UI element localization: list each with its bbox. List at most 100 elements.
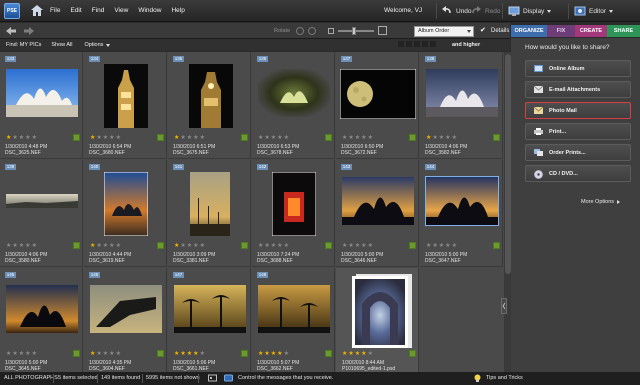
show-all-button[interactable]: Show All <box>51 42 72 48</box>
star-icon[interactable]: ★ <box>258 243 263 249</box>
star-icon[interactable]: ★ <box>432 243 437 249</box>
star-icon[interactable]: ★ <box>187 135 192 141</box>
star-icon[interactable]: ★ <box>264 351 269 357</box>
star-rating-filter[interactable] <box>398 41 448 49</box>
photo-thumbnail[interactable] <box>258 285 330 333</box>
star-icon[interactable]: ★ <box>271 243 276 249</box>
home-icon[interactable] <box>30 4 44 18</box>
rotate-right-icon[interactable] <box>308 27 316 35</box>
star-icon[interactable]: ★ <box>368 351 373 357</box>
star-icon[interactable]: ★ <box>180 135 185 141</box>
star-icon[interactable]: ★ <box>264 135 269 141</box>
tab-organize[interactable]: ORGANIZE <box>511 25 547 37</box>
zoom-slider-track[interactable] <box>338 30 374 32</box>
star-icon[interactable]: ★ <box>116 243 121 249</box>
star-rating[interactable]: ★ ★ ★ ★ ★ <box>342 243 373 249</box>
star-icon[interactable]: ★ <box>193 351 198 357</box>
tips-and-tricks-link[interactable]: Tips and Tricks <box>486 375 523 381</box>
star-rating[interactable]: ★ ★ ★ ★ ★ <box>90 351 121 357</box>
photo-card[interactable]: 144 ★ ★ ★ ★ ★ 1/30/2010 5:00 PM DSC_3647.NEF <box>420 160 503 267</box>
star-rating[interactable]: ★ ★ ★ ★ ★ <box>342 351 373 357</box>
photo-thumbnail[interactable] <box>189 64 233 128</box>
star-icon[interactable]: ★ <box>426 135 431 141</box>
zoom-slider-handle[interactable] <box>352 27 356 35</box>
print-button[interactable]: Print... <box>525 123 631 140</box>
star-icon[interactable]: ★ <box>90 135 95 141</box>
star-rating[interactable]: ★ ★ ★ ★ ★ <box>6 243 37 249</box>
photo-card[interactable]: 140 ★ ★ ★ ★ ★ 1/30/2010 4:44 PM DSC_3619.NEF <box>84 160 167 267</box>
photo-card[interactable]: 148 ★ ★ ★ ★ ★ 1/30/2010 5:07 PM DSC_3662.NEF <box>252 268 335 375</box>
photo-card[interactable]: 146 ★ ★ ★ ★ ★ 1/30/2010 4:35 PM DSC_3604.NEF <box>84 268 167 375</box>
star-icon[interactable]: ★ <box>96 351 101 357</box>
menu-edit[interactable]: Edit <box>70 7 81 14</box>
tag-flag-icon[interactable] <box>73 242 80 249</box>
star-rating[interactable]: ★ ★ ★ ★ ★ <box>90 243 121 249</box>
star-rating[interactable]: ★ ★ ★ ★ ★ <box>426 243 457 249</box>
star-icon[interactable]: ★ <box>445 243 450 249</box>
photo-thumbnail[interactable] <box>6 194 78 208</box>
star-icon[interactable]: ★ <box>193 135 198 141</box>
star-icon[interactable]: ★ <box>193 243 198 249</box>
star-icon[interactable]: ★ <box>258 351 263 357</box>
tag-flag-icon[interactable] <box>493 242 500 249</box>
photo-card[interactable]: 138 ★ ★ ★ ★ ★ 1/30/2010 4:06 PM DSC_3582.NEF <box>420 52 503 159</box>
star-icon[interactable]: ★ <box>348 135 353 141</box>
photo-thumbnail[interactable] <box>174 285 246 333</box>
star-icon[interactable]: ★ <box>200 351 205 357</box>
star-icon[interactable]: ★ <box>342 135 347 141</box>
tag-flag-icon[interactable] <box>409 134 416 141</box>
tag-flag-icon[interactable] <box>157 350 164 357</box>
photo-thumbnail[interactable] <box>104 172 148 236</box>
star-rating[interactable]: ★ ★ ★ ★ ★ <box>426 135 457 141</box>
message-icon[interactable] <box>224 374 233 383</box>
star-rating[interactable]: ★ ★ ★ ★ ★ <box>174 135 205 141</box>
star-icon[interactable]: ★ <box>180 243 185 249</box>
tag-flag-icon[interactable] <box>241 242 248 249</box>
message-text[interactable]: Control the messages that you receive. <box>238 375 333 381</box>
photo-thumbnail[interactable] <box>352 274 412 348</box>
star-icon[interactable]: ★ <box>6 351 11 357</box>
star-rating[interactable]: ★ ★ ★ ★ ★ <box>6 351 37 357</box>
star-icon[interactable]: ★ <box>174 243 179 249</box>
star-filter-slot[interactable] <box>406 41 412 47</box>
photo-thumbnail[interactable] <box>90 285 162 333</box>
undo-button[interactable]: Undo <box>441 5 472 17</box>
star-icon[interactable]: ★ <box>361 243 366 249</box>
star-filter-slot[interactable] <box>430 41 436 47</box>
star-rating[interactable]: ★ ★ ★ ★ ★ <box>174 243 205 249</box>
photo-mail-button[interactable]: Photo Mail <box>525 102 631 119</box>
star-icon[interactable]: ★ <box>361 135 366 141</box>
star-icon[interactable]: ★ <box>32 135 37 141</box>
star-icon[interactable]: ★ <box>277 243 282 249</box>
photo-thumbnail[interactable] <box>6 69 78 117</box>
tag-flag-icon[interactable] <box>73 350 80 357</box>
photo-card[interactable]: 142 ★ ★ ★ ★ ★ 1/30/2010 7:24 PM DSC_3688.NEF <box>252 160 335 267</box>
star-icon[interactable]: ★ <box>368 243 373 249</box>
star-icon[interactable]: ★ <box>277 135 282 141</box>
photo-thumbnail[interactable] <box>190 172 230 236</box>
star-rating[interactable]: ★ ★ ★ ★ ★ <box>90 135 121 141</box>
star-icon[interactable]: ★ <box>96 243 101 249</box>
small-thumbnail-icon[interactable] <box>328 28 334 34</box>
display-button[interactable]: Display <box>508 5 552 17</box>
star-icon[interactable]: ★ <box>432 135 437 141</box>
timeline-icon[interactable] <box>208 374 217 383</box>
tab-share[interactable]: SHARE <box>607 25 640 37</box>
star-icon[interactable]: ★ <box>109 351 114 357</box>
star-filter-slot[interactable] <box>422 41 428 47</box>
photo-card[interactable]: 137 ★ ★ ★ ★ ★ 1/30/2010 6:50 PM DSC_3672.NEF <box>336 52 419 159</box>
photo-thumbnail[interactable] <box>426 69 498 117</box>
star-rating[interactable]: ★ ★ ★ ★ ★ <box>6 135 37 141</box>
editor-button[interactable]: Editor <box>574 5 613 17</box>
tag-flag-icon[interactable] <box>241 134 248 141</box>
star-icon[interactable]: ★ <box>6 243 11 249</box>
panel-collapse-handle[interactable] <box>499 296 509 316</box>
star-icon[interactable]: ★ <box>355 351 360 357</box>
tag-flag-icon[interactable] <box>73 134 80 141</box>
tab-create[interactable]: CREATE <box>575 25 607 37</box>
star-icon[interactable]: ★ <box>12 351 17 357</box>
photo-card[interactable]: 136 ★ ★ ★ ★ ★ 1/30/2010 6:53 PM DSC_3678.NEF <box>252 52 335 159</box>
star-icon[interactable]: ★ <box>103 351 108 357</box>
star-icon[interactable]: ★ <box>348 243 353 249</box>
star-icon[interactable]: ★ <box>277 351 282 357</box>
